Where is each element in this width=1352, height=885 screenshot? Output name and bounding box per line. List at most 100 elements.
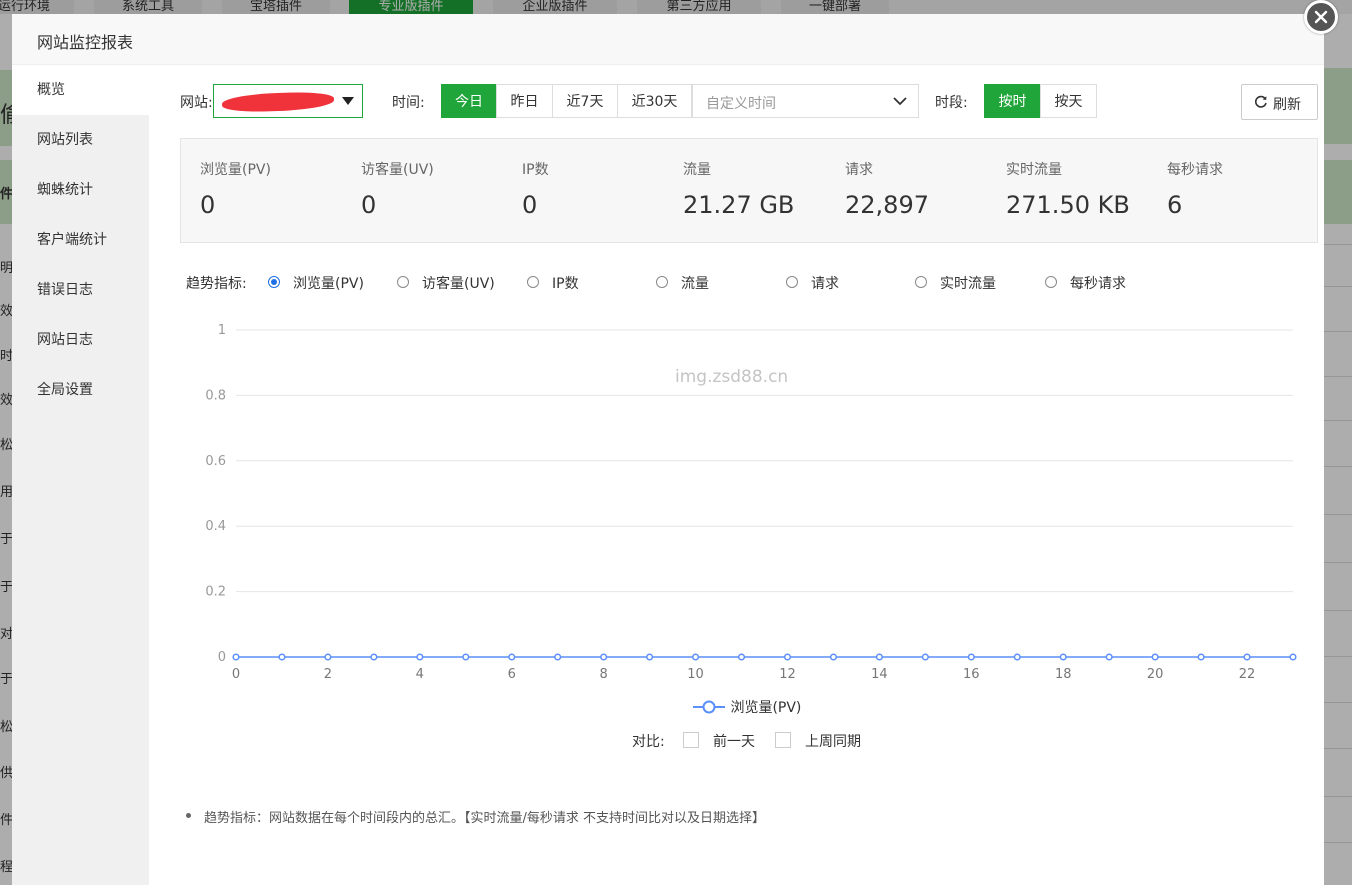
trend-radio-traffic[interactable] [656, 276, 668, 288]
stat-value: 0 [200, 191, 216, 219]
refresh-icon [1255, 95, 1267, 108]
stat-ip: IP数 0 [522, 159, 549, 219]
data-point [232, 653, 240, 661]
data-point [554, 653, 562, 661]
data-point [1243, 653, 1251, 661]
trend-radio-pv[interactable] [268, 276, 280, 288]
stat-label: 访客量(UV) [361, 162, 434, 178]
stat-label: IP数 [522, 162, 549, 178]
data-point [1151, 653, 1159, 661]
data-point [370, 653, 378, 661]
stat-label: 流量 [683, 162, 711, 178]
stat-requests: 请求 22,897 [845, 159, 929, 219]
redaction-mark [221, 91, 335, 113]
time-button-7days[interactable]: 近7天 [552, 84, 618, 118]
custom-time-placeholder: 自定义时间 [706, 96, 776, 112]
stat-label: 实时流量 [1006, 162, 1062, 178]
trend-note: 趋势指标：网站数据在每个时间段内的总汇。【实时流量/每秒请求 不支持时间比对以及… [185, 807, 765, 826]
time-button-yesterday[interactable]: 昨日 [496, 84, 553, 118]
compare-option-label[interactable]: 前一天 [713, 731, 755, 751]
site-label: 网站: [180, 95, 213, 111]
watermark: img.zsd88.cn [675, 367, 789, 387]
period-button-daily[interactable]: 按天 [1040, 84, 1097, 118]
stat-realtime-traffic: 实时流量 271.50 KB [1006, 159, 1130, 219]
sidebar-item-error-log[interactable]: 错误日志 [12, 265, 149, 315]
sidebar-item-spider-stats[interactable]: 蜘蛛统计 [12, 165, 149, 215]
data-point [600, 653, 608, 661]
close-icon [1314, 10, 1328, 24]
trend-option-label[interactable]: 实时流量 [940, 273, 996, 293]
x-tick-label: 22 [1239, 667, 1256, 682]
sidebar-item-site-list[interactable]: 网站列表 [12, 115, 149, 165]
data-point [278, 653, 286, 661]
y-tick-label: 0.6 [205, 454, 226, 469]
data-point [324, 653, 332, 661]
stat-value: 0 [361, 191, 377, 219]
time-button-30days[interactable]: 近30天 [617, 84, 692, 118]
overview-content: 网站: 时间: 今日 昨日 近7天 近30天 自定义时间 时段: 按时 按天 刷… [149, 65, 1324, 885]
x-tick-label: 6 [508, 667, 516, 682]
sidebar-item-global-settings[interactable]: 全局设置 [12, 365, 149, 415]
x-tick-label: 20 [1147, 667, 1164, 682]
refresh-label: 刷新 [1273, 97, 1301, 113]
site-select[interactable] [213, 84, 363, 118]
data-point [967, 653, 975, 661]
data-point [1105, 653, 1113, 661]
trend-radio-requests[interactable] [786, 276, 798, 288]
chevron-down-icon [893, 97, 907, 106]
sidebar-item-site-log[interactable]: 网站日志 [12, 315, 149, 365]
compare-checkbox-previous-day[interactable] [683, 732, 699, 748]
trend-option-label[interactable]: 浏览量(PV) [293, 273, 364, 293]
period-button-hourly[interactable]: 按时 [984, 84, 1041, 118]
y-tick-label: 0 [218, 650, 226, 665]
time-button-today[interactable]: 今日 [441, 84, 497, 118]
compare-label: 对比: [632, 734, 665, 750]
data-point [462, 653, 470, 661]
stat-label: 每秒请求 [1167, 162, 1223, 178]
compare-option-label[interactable]: 上周同期 [805, 731, 861, 751]
custom-time-picker[interactable]: 自定义时间 [692, 84, 919, 118]
legend-label: 浏览量(PV) [730, 700, 802, 716]
trend-option-label[interactable]: 流量 [681, 273, 709, 293]
refresh-button[interactable]: 刷新 [1241, 84, 1318, 120]
sidebar-item-overview[interactable]: 概览 [12, 65, 149, 115]
trend-radio-uv[interactable] [397, 276, 409, 288]
x-tick-label: 16 [963, 667, 980, 682]
data-point [921, 653, 929, 661]
data-point [1289, 653, 1297, 661]
x-tick-label: 2 [324, 667, 332, 682]
trend-option-label[interactable]: 请求 [811, 273, 839, 293]
stats-panel: 浏览量(PV) 0 访客量(UV) 0 IP数 0 流量 21.27 GB 请求… [180, 138, 1318, 243]
stat-label: 浏览量(PV) [200, 162, 271, 178]
data-point [508, 653, 516, 661]
period-group: 按时 按天 [984, 84, 1097, 118]
stat-value: 271.50 KB [1006, 191, 1130, 219]
y-tick-label: 0.2 [205, 585, 226, 600]
y-tick-label: 1 [218, 323, 226, 338]
compare-checkbox-last-week[interactable] [775, 732, 791, 748]
data-point [829, 653, 837, 661]
chart-legend[interactable]: 浏览量(PV) [692, 697, 801, 717]
time-label: 时间: [392, 95, 425, 111]
modal-header: 网站监控报表 [12, 14, 1324, 65]
trend-radio-realtime-traffic[interactable] [915, 276, 927, 288]
trend-radio-ip[interactable] [527, 276, 539, 288]
trend-option-label[interactable]: 每秒请求 [1070, 273, 1126, 293]
trend-option-label[interactable]: 访客量(UV) [422, 273, 495, 293]
sidebar-item-client-stats[interactable]: 客户端统计 [12, 215, 149, 265]
stat-requests-per-second: 每秒请求 6 [1167, 159, 1223, 219]
x-tick-label: 18 [1055, 667, 1072, 682]
trend-radio-requests-per-second[interactable] [1045, 276, 1057, 288]
data-point [737, 653, 746, 661]
trend-option-label[interactable]: IP数 [552, 273, 579, 293]
stat-value: 0 [522, 191, 538, 219]
stat-uv: 访客量(UV) 0 [361, 159, 434, 219]
close-button[interactable] [1304, 0, 1338, 34]
stat-value: 21.27 GB [683, 191, 795, 219]
data-point [875, 653, 883, 661]
x-tick-label: 10 [687, 667, 704, 682]
caret-down-icon [342, 97, 354, 105]
x-tick-label: 4 [416, 667, 424, 682]
site-monitor-modal: 网站监控报表 概览 网站列表 蜘蛛统计 客户端统计 错误日志 网站日志 全局设置… [12, 14, 1324, 885]
data-point [1059, 653, 1067, 661]
